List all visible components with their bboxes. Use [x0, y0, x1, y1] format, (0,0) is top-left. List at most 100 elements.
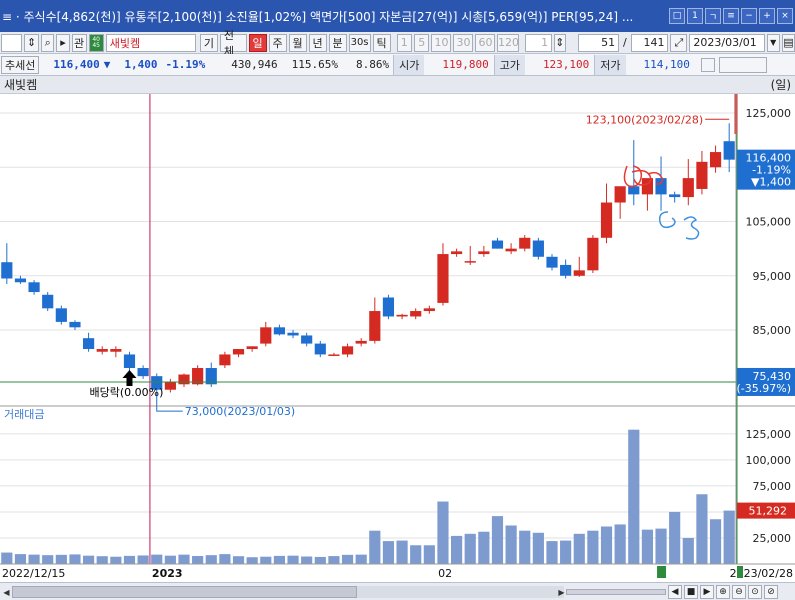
restore-button[interactable]: □	[669, 8, 685, 24]
chart-scrollbar[interactable]: ◀ ▶ ◀ ■ ▶ ⊕ ⊖ ⊙ ⊘	[0, 582, 795, 600]
candle-body	[709, 152, 722, 168]
candle-body	[410, 311, 422, 317]
link-g-button[interactable]: ㄱ	[705, 8, 721, 24]
volume-bar	[355, 554, 367, 564]
stop-icon[interactable]: ■	[684, 585, 698, 599]
volume-gridlines	[0, 433, 736, 539]
volume-tick-label: 100,000	[746, 454, 792, 467]
minimize-button[interactable]: −	[741, 8, 757, 24]
price-tick-label: 95,000	[753, 270, 792, 283]
price-tick-label: 125,000	[746, 107, 792, 120]
volume-bar	[505, 525, 517, 564]
x-marker-current	[737, 566, 743, 578]
volume-bar	[723, 510, 735, 564]
trendline-button[interactable]: 추세선	[1, 55, 40, 74]
chart-toolbar: ⇕ ⌕ ▸ 관 40 45 새빛켐 기 전체 일 주 월 년 분 30s 틱 1…	[0, 29, 795, 58]
volume-bar	[123, 555, 136, 564]
candle-body	[505, 248, 517, 252]
volume-bar	[410, 545, 422, 564]
option-dropdown[interactable]	[718, 56, 767, 73]
high-value: 123,100	[542, 58, 590, 71]
candle-body	[28, 282, 40, 293]
candle-body	[437, 254, 449, 303]
volume-bar	[83, 555, 95, 564]
gwan-button[interactable]: 관	[71, 33, 87, 52]
maximize-button[interactable]: +	[759, 8, 775, 24]
volume-bar	[464, 533, 476, 564]
close-button[interactable]: ×	[777, 8, 793, 24]
count-spinner-icon[interactable]: ⇕	[554, 33, 566, 52]
volume-bar	[164, 555, 176, 564]
scroll-left-icon[interactable]: ◀	[1, 586, 12, 598]
link-1-button[interactable]: 1	[687, 8, 703, 24]
period-30s-tab[interactable]: 30s	[348, 33, 371, 52]
low-label: 73,000(2023/01/03)	[185, 405, 295, 418]
mode-toggle-icon[interactable]: ▸	[56, 33, 70, 52]
candle-body	[669, 194, 681, 198]
candle-body	[628, 186, 640, 195]
zoom-reset-icon[interactable]: ⊙	[748, 585, 762, 599]
zoom-clear-icon[interactable]: ⊘	[764, 585, 778, 599]
volume-bar	[600, 526, 613, 564]
volume-tick-label: 75,000	[753, 480, 792, 493]
title-bar: ≡ · 주식수[4,862(천)] 유통주[2,100(천)] 소진율[1,02…	[0, 0, 795, 32]
volume-bar	[451, 535, 463, 564]
interval-120-button[interactable]: 120	[497, 33, 520, 52]
period-year-tab[interactable]: 년	[308, 33, 327, 52]
count-input[interactable]: 1	[525, 33, 553, 52]
scroll-thumb[interactable]	[12, 586, 357, 598]
volume-bar	[587, 530, 599, 564]
scroll-track[interactable]	[12, 586, 564, 598]
menu-button[interactable]: ≡	[723, 8, 739, 24]
candle-body	[328, 354, 340, 356]
x-tick-label: 2023	[152, 567, 183, 580]
interval-60-button[interactable]: 60	[475, 33, 496, 52]
period-minute-tab[interactable]: 분	[328, 33, 347, 52]
candle-body	[178, 374, 190, 385]
x-tick-label: 02	[438, 567, 452, 580]
period-day-tab[interactable]: 일	[248, 33, 267, 52]
date-input[interactable]: 2023/03/01	[689, 33, 765, 52]
candle-body	[123, 354, 136, 369]
candle-body	[232, 349, 245, 355]
volume-bar	[628, 429, 640, 564]
interval-1-button[interactable]: 1	[396, 33, 413, 52]
candle-body	[614, 186, 626, 203]
volume-bar	[696, 494, 708, 564]
calendar-icon[interactable]: ▤	[781, 33, 795, 52]
option-checkbox[interactable]	[700, 57, 715, 72]
price-volume-chart[interactable]: 125,000115,000105,00095,00085,000 거래대금 1…	[0, 94, 795, 582]
interval-10-button[interactable]: 10	[431, 33, 452, 52]
volume-bar	[260, 556, 272, 564]
volume-bar	[532, 532, 544, 564]
ki-button[interactable]: 기	[199, 33, 218, 52]
period-month-tab[interactable]: 월	[288, 33, 307, 52]
period-week-tab[interactable]: 주	[268, 33, 287, 52]
interval-30-button[interactable]: 30	[453, 33, 474, 52]
zoom-slider[interactable]	[566, 589, 666, 595]
search-icon[interactable]: ⌕	[41, 33, 55, 52]
date-dropdown-icon[interactable]: ▼	[766, 33, 780, 52]
stock-name-field[interactable]: 새빛켐	[105, 33, 196, 52]
price-y-axis: 125,000115,000105,00095,00085,000	[746, 107, 792, 337]
zoom-out-icon[interactable]: ⊖	[732, 585, 746, 599]
candle-body	[382, 297, 395, 317]
stock-code-input[interactable]	[1, 33, 23, 52]
volume-bar	[491, 516, 504, 564]
zoom-in-icon[interactable]: ⊕	[716, 585, 730, 599]
chart-settings-icon[interactable]: ⤢	[670, 33, 688, 52]
candle-body	[546, 256, 558, 268]
volume-bar	[396, 540, 408, 564]
view-count-input[interactable]: 51	[577, 33, 620, 52]
low-label: 저가	[594, 54, 626, 75]
interval-5-button[interactable]: 5	[414, 33, 430, 52]
candle-body	[355, 340, 367, 344]
next-icon[interactable]: ▶	[700, 585, 714, 599]
volume-bar	[273, 555, 285, 564]
volume-bar	[151, 554, 163, 564]
prev-icon[interactable]: ◀	[668, 585, 682, 599]
candle-body	[478, 251, 490, 255]
period-tick-tab[interactable]: 틱	[372, 33, 391, 52]
full-button[interactable]: 전체	[219, 29, 247, 58]
spinner-updown-icon[interactable]: ⇕	[24, 33, 40, 52]
